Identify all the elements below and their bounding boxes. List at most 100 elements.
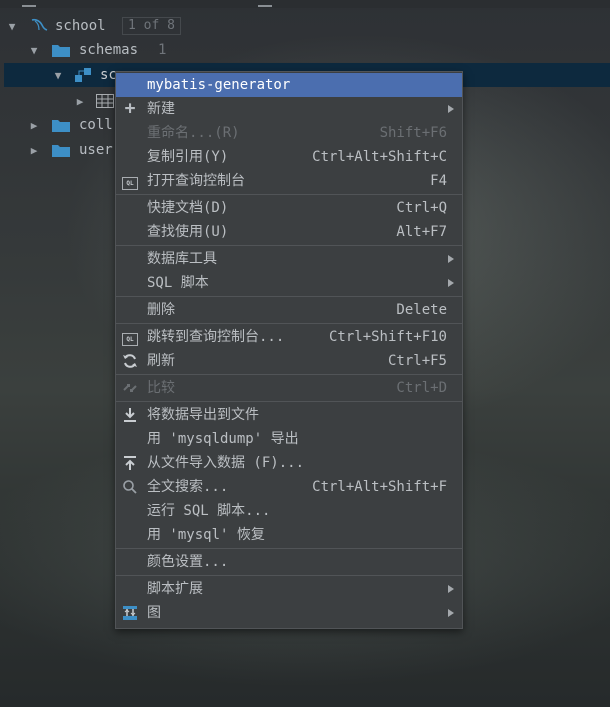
expanded-arrow-icon[interactable]: ▼ — [6, 20, 18, 33]
menu-item-export-data[interactable]: 将数据导出到文件 — [116, 403, 462, 427]
menu-item-label: 用 'mysql' 恢复 — [147, 527, 265, 543]
submenu-arrow-icon — [448, 105, 454, 113]
menu-item-label: 运行 SQL 脚本... — [147, 503, 271, 519]
context-menu: mybatis-generator + 新建 重命名...(R) Shift+F… — [115, 71, 463, 629]
menu-separator — [116, 374, 462, 375]
menu-item-shortcut: Ctrl+F5 — [387, 353, 447, 369]
menu-item-mysql-restore[interactable]: 用 'mysql' 恢复 — [116, 523, 462, 547]
menu-item-quick-doc[interactable]: 快捷文档(D) Ctrl+Q — [116, 196, 462, 220]
menu-item-jump-to-console[interactable]: QL 跳转到查询控制台... Ctrl+Shift+F10 — [116, 325, 462, 349]
folder-icon — [52, 143, 70, 161]
menu-item-label: 数据库工具 — [147, 251, 217, 267]
expanded-arrow-icon[interactable]: ▼ — [28, 44, 40, 57]
menu-item-shortcut: Ctrl+Shift+F10 — [328, 329, 447, 345]
menu-item-label: 将数据导出到文件 — [147, 407, 259, 423]
tree-label-schemas: schemas — [79, 42, 139, 58]
menu-item-label: 脚本扩展 — [147, 581, 203, 597]
pager-badge[interactable]: 1 of 8 — [122, 17, 181, 35]
menu-separator — [116, 548, 462, 549]
tree-node-schemas[interactable]: ▼ schemas 1 — [0, 38, 610, 62]
diagram-icon — [122, 605, 138, 621]
refresh-icon — [122, 353, 138, 369]
tree-label-collations: coll — [79, 117, 113, 133]
menu-separator — [116, 194, 462, 195]
menu-item-find-usages[interactable]: 查找使用(U) Alt+F7 — [116, 220, 462, 244]
menu-item-label: 快捷文档(D) — [147, 200, 229, 216]
menu-item-shortcut: Ctrl+Alt+Shift+C — [312, 149, 447, 165]
menu-separator — [116, 296, 462, 297]
menu-item-label: 从文件导入数据 (F)... — [147, 455, 305, 471]
menu-item-database-tools[interactable]: 数据库工具 — [116, 247, 462, 271]
menu-item-mybatis-generator[interactable]: mybatis-generator — [116, 73, 462, 97]
menu-item-label: SQL 脚本 — [147, 275, 209, 291]
schema-icon — [75, 67, 93, 87]
menu-item-label: 重命名...(R) — [147, 125, 240, 141]
compare-icon — [122, 380, 138, 396]
menu-separator — [116, 245, 462, 246]
menu-item-label: 删除 — [147, 302, 175, 318]
tree-node-school[interactable]: ▼ school 1 of 8 — [0, 14, 610, 38]
upload-icon — [122, 455, 138, 471]
menu-item-label: 查找使用(U) — [147, 224, 229, 240]
menu-item-label: 用 'mysqldump' 导出 — [147, 431, 299, 447]
query-console-icon: QL — [122, 329, 138, 346]
collapsed-arrow-icon[interactable]: ▶ — [28, 119, 40, 132]
menu-item-run-sql-script[interactable]: 运行 SQL 脚本... — [116, 499, 462, 523]
menu-item-label: 新建 — [147, 101, 175, 117]
menu-item-shortcut: Delete — [396, 302, 447, 318]
menu-item-color-settings[interactable]: 颜色设置... — [116, 550, 462, 574]
toolbar-strip — [0, 0, 610, 8]
toolbar-icon[interactable] — [258, 0, 272, 7]
menu-item-label: mybatis-generator — [147, 77, 291, 93]
plus-icon: + — [124, 98, 136, 119]
menu-item-mysqldump-export[interactable]: 用 'mysqldump' 导出 — [116, 427, 462, 451]
submenu-arrow-icon — [448, 585, 454, 593]
expanded-arrow-icon[interactable]: ▼ — [52, 69, 64, 82]
menu-item-refresh[interactable]: 刷新 Ctrl+F5 — [116, 349, 462, 373]
menu-separator — [116, 323, 462, 324]
menu-item-shortcut: Ctrl+D — [396, 380, 447, 396]
folder-icon — [52, 118, 70, 136]
submenu-arrow-icon — [448, 279, 454, 287]
menu-item-sql-scripts[interactable]: SQL 脚本 — [116, 271, 462, 295]
search-icon — [122, 479, 138, 495]
mysql-dolphin-icon — [30, 17, 48, 37]
menu-separator — [116, 401, 462, 402]
menu-item-new[interactable]: + 新建 — [116, 97, 462, 121]
menu-item-full-text-search[interactable]: 全文搜索... Ctrl+Alt+Shift+F — [116, 475, 462, 499]
menu-item-diagram[interactable]: 图 — [116, 601, 462, 625]
menu-item-label: 图 — [147, 605, 161, 621]
menu-item-open-console[interactable]: QL 打开查询控制台 F4 — [116, 169, 462, 193]
table-icon — [96, 94, 114, 112]
menu-item-copy-reference[interactable]: 复制引用(Y) Ctrl+Alt+Shift+C — [116, 145, 462, 169]
submenu-arrow-icon — [448, 609, 454, 617]
menu-item-script-extensions[interactable]: 脚本扩展 — [116, 577, 462, 601]
menu-item-label: 跳转到查询控制台... — [147, 329, 285, 345]
menu-item-shortcut: Ctrl+Alt+Shift+F — [312, 479, 447, 495]
menu-item-shortcut: Alt+F7 — [396, 224, 447, 240]
collapsed-arrow-icon[interactable]: ▶ — [74, 95, 86, 108]
menu-separator — [116, 575, 462, 576]
menu-item-label: 比较 — [147, 380, 175, 396]
menu-item-label: 颜色设置... — [147, 554, 229, 570]
tree-label-users: user — [79, 142, 113, 158]
menu-item-rename[interactable]: 重命名...(R) Shift+F6 — [116, 121, 462, 145]
menu-item-shortcut: Shift+F6 — [379, 125, 447, 141]
folder-icon — [52, 43, 70, 61]
count-badge: 1 — [158, 42, 167, 58]
menu-item-shortcut: F4 — [430, 173, 447, 189]
menu-item-label: 刷新 — [147, 353, 175, 369]
menu-item-import-data[interactable]: 从文件导入数据 (F)... — [116, 451, 462, 475]
menu-item-label: 打开查询控制台 — [147, 173, 245, 189]
menu-item-shortcut: Ctrl+Q — [396, 200, 447, 216]
menu-item-delete[interactable]: 删除 Delete — [116, 298, 462, 322]
submenu-arrow-icon — [448, 255, 454, 263]
menu-item-compare[interactable]: 比较 Ctrl+D — [116, 376, 462, 400]
tree-label-school: school — [55, 18, 106, 34]
query-console-icon: QL — [122, 173, 138, 190]
toolbar-icon[interactable] — [22, 0, 36, 7]
menu-item-label: 全文搜索... — [147, 479, 229, 495]
collapsed-arrow-icon[interactable]: ▶ — [28, 144, 40, 157]
download-icon — [122, 407, 138, 423]
menu-item-label: 复制引用(Y) — [147, 149, 229, 165]
